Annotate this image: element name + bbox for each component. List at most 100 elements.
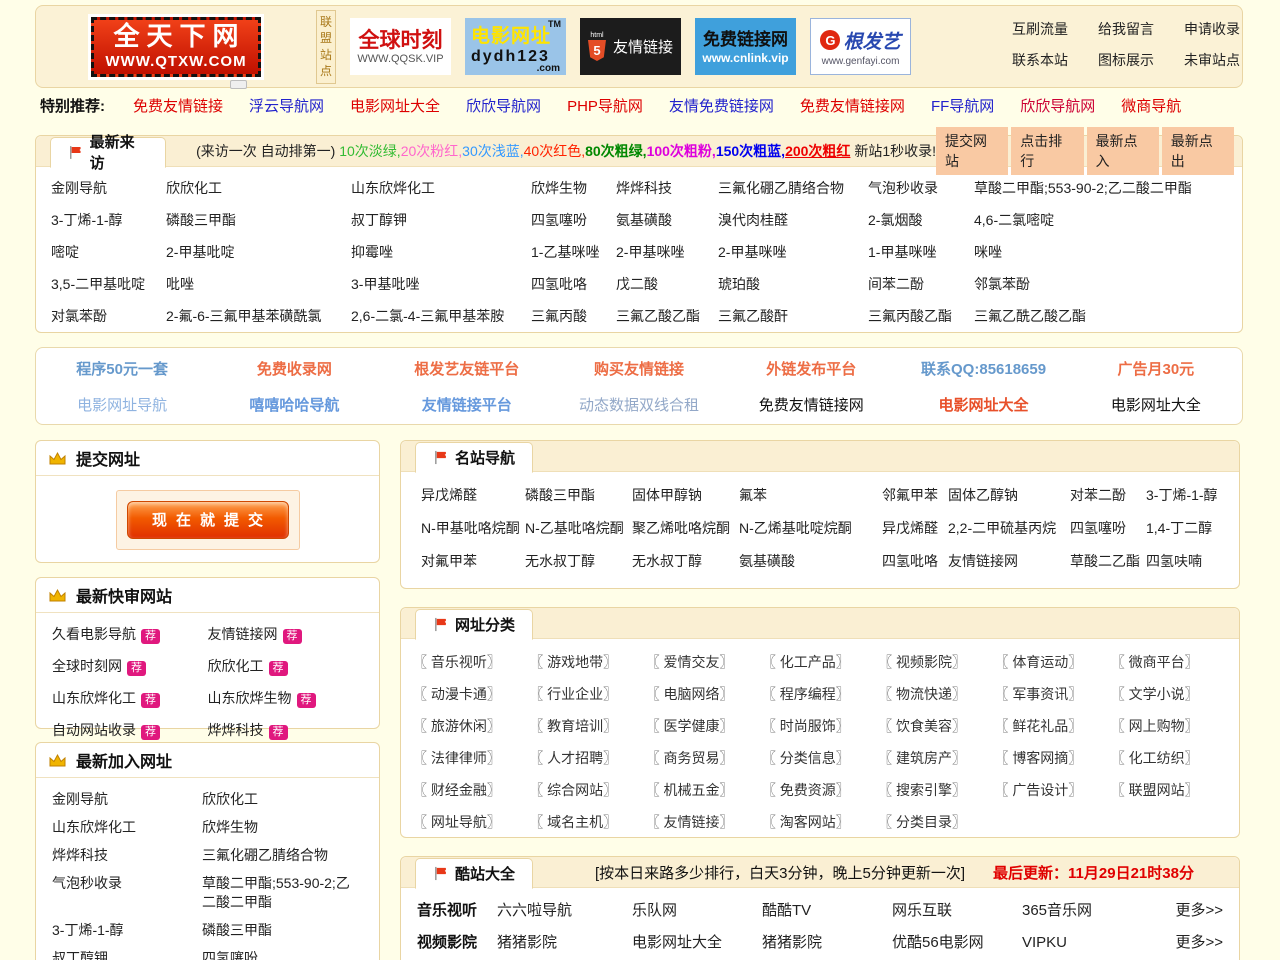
visitor-link[interactable]: 3-甲基吡唑 — [351, 276, 531, 293]
visitor-link[interactable]: 三氟乙酰乙酸乙酯 — [974, 308, 1227, 325]
sponsor-link[interactable]: 动态数据双线合租 — [553, 394, 725, 415]
fast-review-link[interactable]: 烨烨科技 — [208, 722, 264, 738]
visitor-link[interactable]: 金刚导航 — [51, 180, 166, 197]
visitor-link[interactable]: 咪唑 — [974, 244, 1227, 261]
sponsor-link[interactable]: 嘻嘻哈哈导航 — [208, 394, 380, 415]
famous-site-link[interactable]: 邻氟甲苯 — [882, 487, 948, 504]
visitor-link[interactable]: 三氟乙酸酐 — [718, 308, 868, 325]
category-link[interactable]: 〖 人才招聘〗 — [529, 750, 645, 767]
category-link[interactable]: 〖 视频影院〗 — [878, 654, 994, 671]
category-link[interactable]: 〖 音乐视听〗 — [413, 654, 529, 671]
category-link[interactable]: 〖 文学小说〗 — [1111, 686, 1227, 703]
category-link[interactable]: 〖 体育运动〗 — [994, 654, 1110, 671]
banner-cnlink[interactable]: 免费链接网 www.cnlink.vip — [695, 18, 796, 75]
famous-site-link[interactable]: 异戊烯醛 — [882, 520, 948, 537]
category-link[interactable]: 〖 商务贸易〗 — [646, 750, 762, 767]
visitor-link[interactable]: 3-丁烯-1-醇 — [51, 212, 166, 229]
category-link[interactable]: 〖 时尚服饰〗 — [762, 718, 878, 735]
newest-site-link[interactable]: 烨烨科技 — [52, 846, 202, 865]
cool-site-link[interactable]: 优酷56电影网 — [892, 934, 1022, 952]
visitor-link[interactable]: 2-甲基咪唑 — [718, 244, 868, 261]
famous-site-link[interactable]: 2,2-二甲硫基丙烷 — [948, 520, 1070, 537]
top-nav-link[interactable]: 未审站点 — [1184, 50, 1240, 70]
visitor-link[interactable]: 欣烨生物 — [531, 180, 616, 197]
banner-dydh[interactable]: TM 电影网址 dydh123 .com — [465, 18, 566, 75]
category-link[interactable]: 〖 军事资讯〗 — [994, 686, 1110, 703]
visitor-link[interactable]: 叔丁醇钾 — [351, 212, 531, 229]
top-nav-link[interactable]: 给我留言 — [1098, 19, 1154, 39]
fast-review-link[interactable]: 山东欣烨生物 — [208, 690, 292, 706]
cool-site-link[interactable]: 乐队网 — [632, 902, 762, 920]
visitor-link[interactable]: 2,6-二氯-4-三氟甲基苯胺 — [351, 308, 531, 325]
visitor-link[interactable]: 抑霉唑 — [351, 244, 531, 261]
category-link[interactable]: 〖 法律律师〗 — [413, 750, 529, 767]
newest-site-link[interactable]: 气泡秒收录 — [52, 874, 202, 912]
banner-html5-links[interactable]: html 5 友情链接 — [580, 18, 681, 75]
visitor-link[interactable]: 2-甲基吡啶 — [166, 244, 351, 261]
visitor-action-button[interactable]: 最新点出 — [1162, 127, 1234, 175]
cool-site-link[interactable]: 电影网址大全 — [632, 934, 762, 952]
famous-site-link[interactable]: N-甲基吡咯烷酮 — [421, 520, 525, 537]
more-link[interactable]: 更多>> — [1152, 934, 1223, 952]
visitor-link[interactable]: 氨基磺酸 — [616, 212, 718, 229]
recommend-link[interactable]: 友情免费链接网 — [669, 98, 774, 115]
category-link[interactable]: 〖 网址导航〗 — [413, 814, 529, 831]
visitor-link[interactable]: 三氟乙酸乙酯 — [616, 308, 718, 325]
category-link[interactable]: 〖 行业企业〗 — [529, 686, 645, 703]
recommend-link[interactable]: FF导航网 — [931, 98, 994, 115]
sponsor-link[interactable]: 友情链接平台 — [381, 394, 553, 415]
tab-famous-sites[interactable]: 名站导航 — [415, 442, 533, 473]
visitor-link[interactable]: 1-乙基咪唑 — [531, 244, 616, 261]
cool-site-link[interactable]: 酷酷TV — [762, 902, 892, 920]
cool-site-link[interactable]: 猪猪影院 — [762, 934, 892, 952]
visitor-link[interactable]: 三氟丙酸 — [531, 308, 616, 325]
category-link[interactable]: 〖 网上购物〗 — [1111, 718, 1227, 735]
visitor-action-button[interactable]: 提交网站 — [936, 127, 1008, 175]
visitor-link[interactable]: 山东欣烨化工 — [351, 180, 531, 197]
sponsor-link[interactable]: 联系QQ:85618659 — [897, 358, 1069, 379]
visitor-link[interactable]: 欣欣化工 — [166, 180, 351, 197]
newest-site-link[interactable]: 四氢噻吩 — [202, 949, 363, 960]
famous-site-link[interactable]: 四氢呋喃 — [1146, 553, 1219, 570]
fast-review-link[interactable]: 欣欣化工 — [208, 658, 264, 674]
famous-site-link[interactable]: 磷酸三甲酯 — [525, 487, 632, 504]
visitor-link[interactable]: 2-甲基咪唑 — [616, 244, 718, 261]
category-link[interactable]: 〖 化工纺织〗 — [1111, 750, 1227, 767]
sponsor-link[interactable]: 电影网址大全 — [897, 394, 1069, 415]
sponsor-link[interactable]: 免费收录网 — [208, 358, 380, 379]
famous-site-link[interactable]: 四氢噻吩 — [1070, 520, 1146, 537]
sponsor-link[interactable]: 电影网址大全 — [1070, 394, 1242, 415]
famous-site-link[interactable]: 无水叔丁醇 — [632, 553, 739, 570]
category-link[interactable]: 〖 鲜花礼品〗 — [994, 718, 1110, 735]
category-link[interactable]: 〖 物流快递〗 — [878, 686, 994, 703]
category-link[interactable]: 〖 程序编程〗 — [762, 686, 878, 703]
cool-site-link[interactable]: 365音乐网 — [1022, 902, 1152, 920]
category-link[interactable]: 〖 广告设计〗 — [994, 782, 1110, 799]
category-link[interactable]: 〖 分类目录〗 — [878, 814, 994, 831]
site-logo[interactable]: 全天下网 WWW.QTXW.COM — [91, 17, 261, 77]
famous-site-link[interactable]: 对苯二酚 — [1070, 487, 1146, 504]
famous-site-link[interactable]: 氟苯 — [739, 487, 882, 504]
category-link[interactable]: 〖 建筑房产〗 — [878, 750, 994, 767]
famous-site-link[interactable]: N-乙基吡咯烷酮 — [525, 520, 632, 537]
sponsor-link[interactable]: 程序50元一套 — [36, 358, 208, 379]
famous-site-link[interactable]: 1,4-丁二醇 — [1146, 520, 1219, 537]
category-link[interactable]: 〖 淘客网站〗 — [762, 814, 878, 831]
newest-site-link[interactable]: 叔丁醇钾 — [52, 949, 202, 960]
newest-site-link[interactable]: 草酸二甲酯;553-90-2;乙二酸二甲酯 — [202, 874, 363, 912]
visitor-link[interactable]: 1-甲基咪唑 — [868, 244, 974, 261]
category-link[interactable]: 〖 微商平台〗 — [1111, 654, 1227, 671]
famous-site-link[interactable]: 异戊烯醛 — [421, 487, 525, 504]
visitor-link[interactable]: 三氟丙酸乙酯 — [868, 308, 974, 325]
sponsor-link[interactable]: 购买友情链接 — [553, 358, 725, 379]
tab-categories[interactable]: 网址分类 — [415, 609, 533, 640]
visitor-link[interactable]: 吡唑 — [166, 276, 351, 293]
newest-site-link[interactable]: 欣烨生物 — [202, 818, 363, 837]
visitor-link[interactable]: 烨烨科技 — [616, 180, 718, 197]
recommend-link[interactable]: 微商导航 — [1121, 98, 1181, 115]
visitor-link[interactable]: 间苯二酚 — [868, 276, 974, 293]
fast-review-link[interactable]: 久看电影导航 — [52, 626, 136, 642]
visitor-link[interactable]: 4,6-二氯嘧啶 — [974, 212, 1227, 229]
sponsor-link[interactable]: 广告月30元 — [1070, 358, 1242, 379]
visitor-link[interactable]: 戊二酸 — [616, 276, 718, 293]
